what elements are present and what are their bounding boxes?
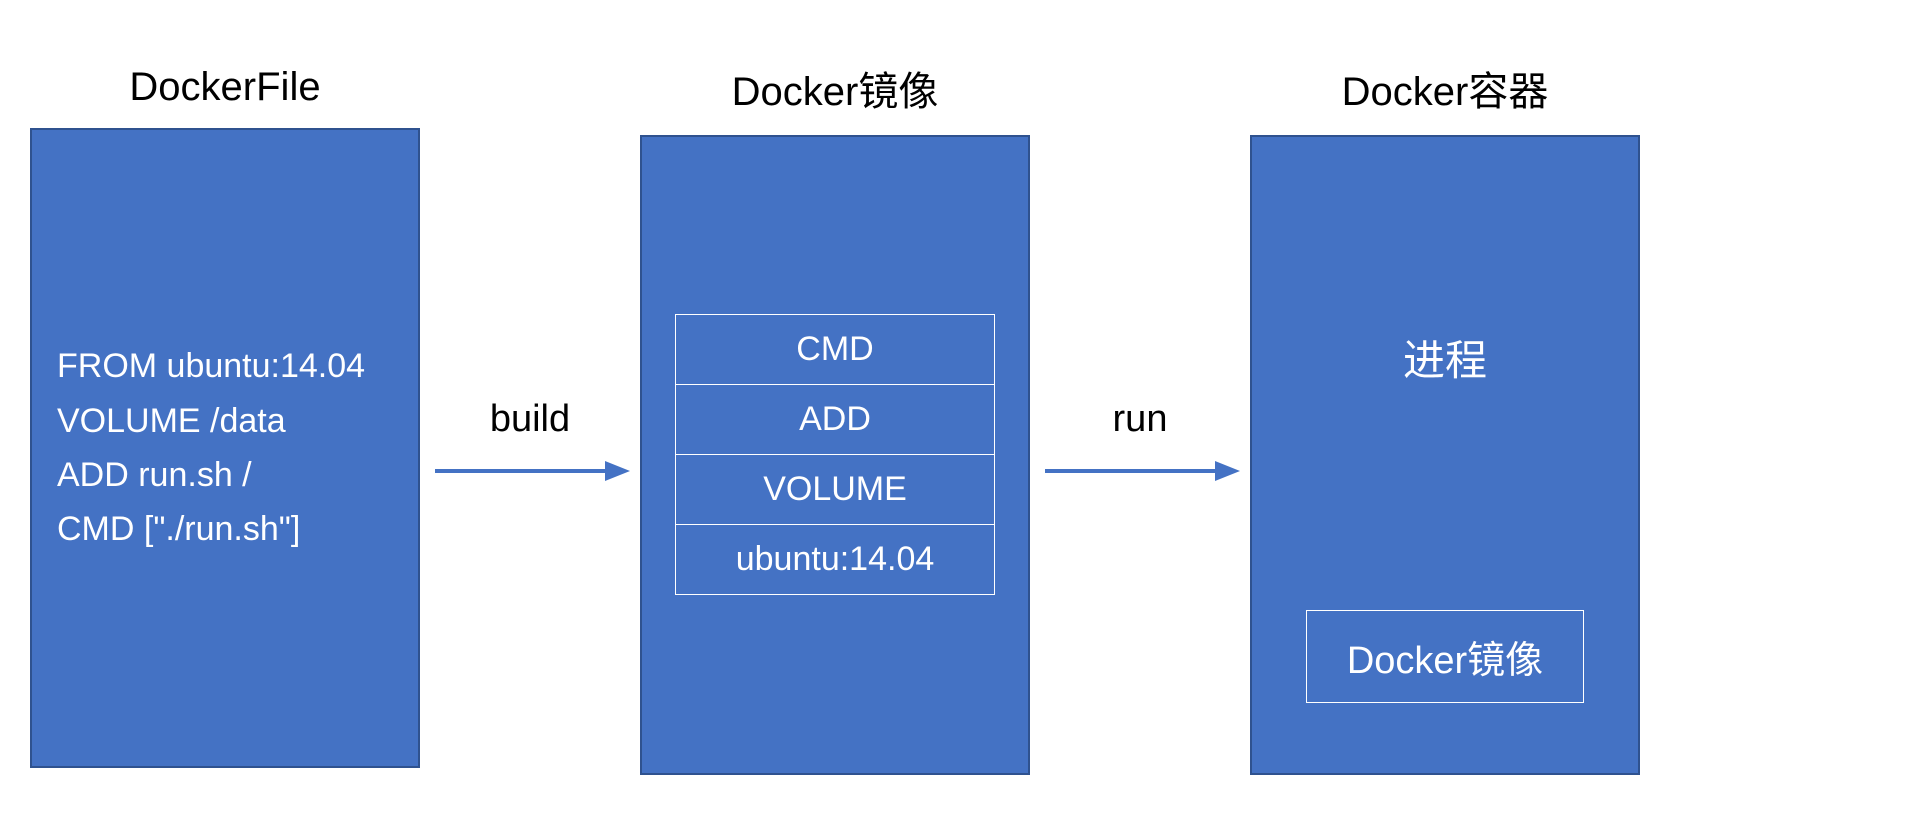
container-content: 进程 Docker镜像 <box>1252 137 1638 773</box>
dockerfile-column: DockerFile FROM ubuntu:14.04 VOLUME /dat… <box>30 65 420 768</box>
process-label: 进程 <box>1403 327 1487 388</box>
dockerfile-content: FROM ubuntu:14.04 VOLUME /data ADD run.s… <box>32 130 418 766</box>
image-layers: CMD ADD VOLUME ubuntu:14.04 <box>642 137 1028 773</box>
build-arrow-label: build <box>490 398 570 441</box>
layer-add: ADD <box>676 385 994 455</box>
layer-cmd: CMD <box>676 315 994 385</box>
dockerfile-line-cmd: CMD ["./run.sh"] <box>57 502 393 556</box>
container-title: Docker容器 <box>1342 59 1549 117</box>
dockerfile-line-volume: VOLUME /data <box>57 394 393 448</box>
dockerfile-line-from: FROM ubuntu:14.04 <box>57 339 393 393</box>
layer-stack: CMD ADD VOLUME ubuntu:14.04 <box>675 314 995 595</box>
container-box: 进程 Docker镜像 <box>1250 135 1640 775</box>
run-arrow-block: run <box>1030 398 1250 486</box>
image-title: Docker镜像 <box>732 59 939 117</box>
dockerfile-title: DockerFile <box>129 65 320 110</box>
diagram-container: DockerFile FROM ubuntu:14.04 VOLUME /dat… <box>0 0 1906 833</box>
image-box: CMD ADD VOLUME ubuntu:14.04 <box>640 135 1030 775</box>
run-arrow-label: run <box>1113 398 1168 441</box>
dockerfile-line-add: ADD run.sh / <box>57 448 393 502</box>
inner-image-box: Docker镜像 <box>1306 610 1584 703</box>
container-column: Docker容器 进程 Docker镜像 <box>1250 59 1640 775</box>
layer-ubuntu: ubuntu:14.04 <box>676 525 994 594</box>
build-arrow-block: build <box>420 398 640 486</box>
run-arrow-icon <box>1040 456 1240 486</box>
image-column: Docker镜像 CMD ADD VOLUME ubuntu:14.04 <box>640 59 1030 775</box>
build-arrow-icon <box>430 456 630 486</box>
layer-volume: VOLUME <box>676 455 994 525</box>
dockerfile-box: FROM ubuntu:14.04 VOLUME /data ADD run.s… <box>30 128 420 768</box>
